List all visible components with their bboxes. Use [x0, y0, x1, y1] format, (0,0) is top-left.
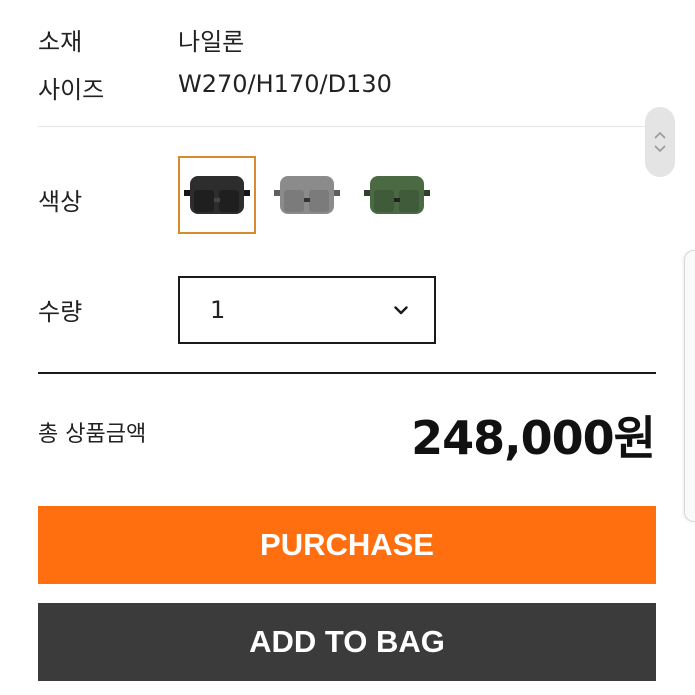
size-label: 사이즈: [38, 76, 105, 104]
color-option-gray[interactable]: [268, 156, 346, 234]
black-bag-image: [184, 176, 250, 214]
total-divider: [38, 372, 656, 374]
material-label: 소재: [38, 28, 83, 56]
size-value: W270/H170/D130: [178, 70, 392, 98]
quantity-label: 수량: [38, 298, 83, 326]
add-to-bag-button[interactable]: ADD TO BAG: [38, 603, 656, 681]
chevron-down-icon: [394, 305, 408, 314]
spec-divider: [38, 126, 656, 127]
quantity-select[interactable]: 1: [178, 276, 436, 344]
total-label: 총 상품금액: [38, 422, 147, 447]
purchase-button[interactable]: PURCHASE: [38, 506, 656, 584]
edge-panel-handle[interactable]: [684, 250, 695, 522]
gray-bag-image: [274, 176, 340, 214]
color-option-green[interactable]: [358, 156, 436, 234]
chevron-down-icon[interactable]: [654, 145, 666, 153]
scroll-buttons[interactable]: [645, 107, 675, 177]
color-label: 색상: [38, 188, 83, 216]
total-price: 248,000원: [411, 411, 656, 465]
material-value: 나일론: [178, 28, 245, 56]
color-option-black[interactable]: [178, 156, 256, 234]
quantity-value: 1: [210, 296, 226, 324]
chevron-up-icon[interactable]: [654, 131, 666, 139]
green-bag-image: [364, 176, 430, 214]
